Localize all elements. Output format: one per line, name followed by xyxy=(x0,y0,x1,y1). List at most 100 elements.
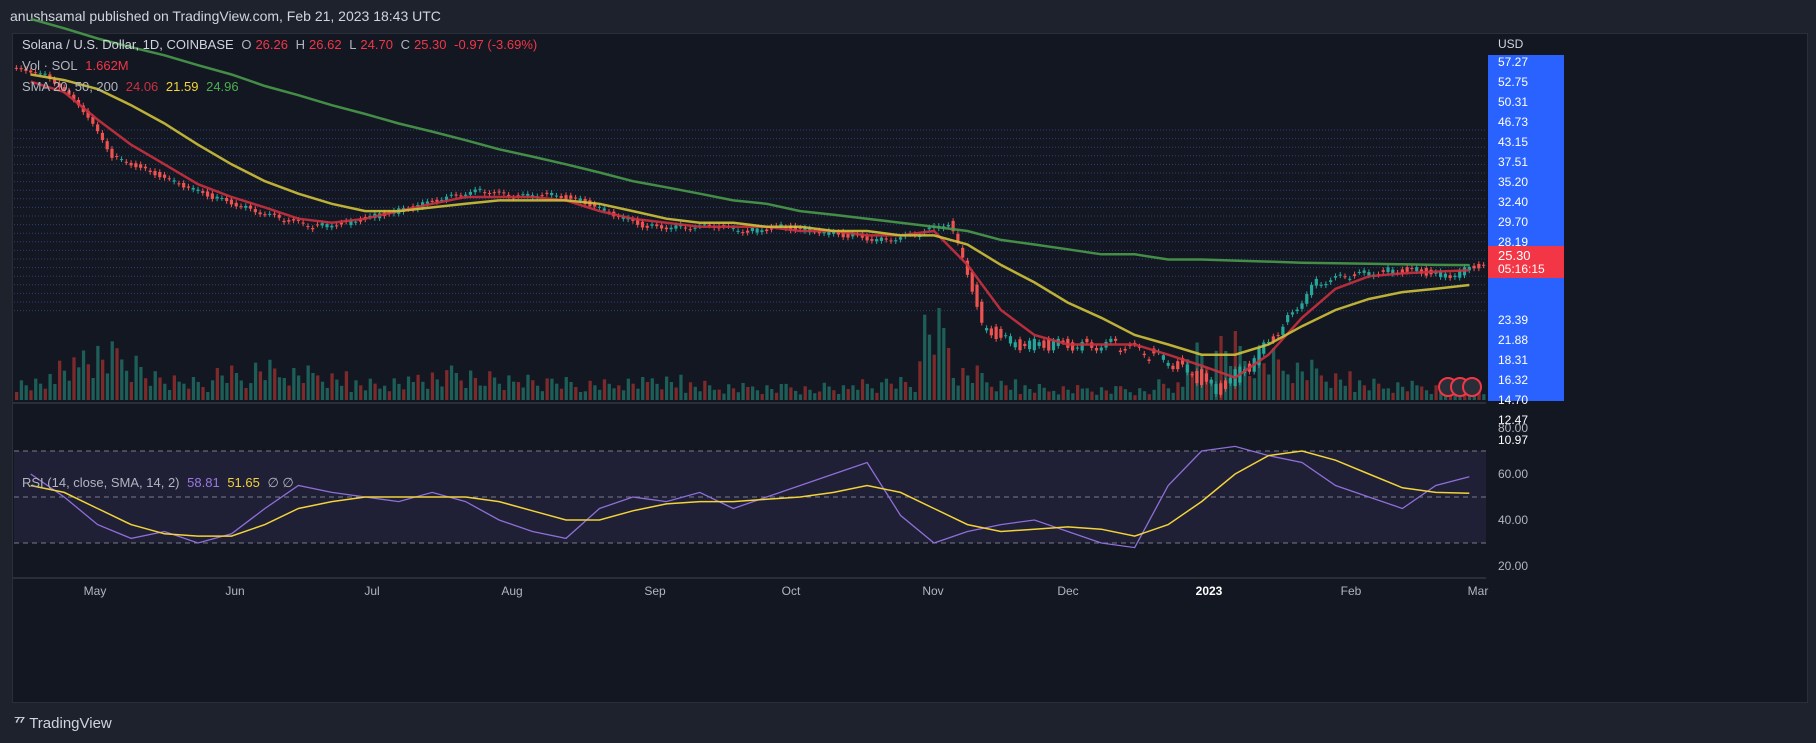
candle-body xyxy=(975,284,979,307)
candle-body xyxy=(124,161,128,163)
price-axis-currency: USD xyxy=(1498,37,1524,51)
volume-bar xyxy=(58,360,62,400)
volume-bar xyxy=(1056,394,1061,400)
candle-body xyxy=(148,170,152,172)
chart-svg[interactable]: USD 57.27 52.75 50.31 46.73 43.15 37.51 35.20 32… xyxy=(0,0,1816,743)
volume-bar xyxy=(880,382,884,400)
candle-body xyxy=(1362,270,1366,273)
candle-body xyxy=(1123,348,1127,351)
volume-bar xyxy=(612,388,616,400)
candle-body xyxy=(43,73,47,75)
candle-body xyxy=(1042,340,1046,348)
volume-bar xyxy=(712,389,717,400)
volume-bar xyxy=(1482,394,1486,400)
candle-body xyxy=(248,205,253,209)
candle-body xyxy=(1309,284,1314,296)
volume-label[interactable]: Vol · SOL xyxy=(22,58,78,73)
candle-body xyxy=(1037,342,1041,346)
volume-bar xyxy=(540,391,544,400)
volume-bar xyxy=(899,377,903,400)
candle-body xyxy=(464,194,468,196)
candle-body xyxy=(1114,338,1118,341)
candle-body xyxy=(225,198,229,202)
price-axis-tick: 10.97 xyxy=(1498,433,1528,447)
candle-body xyxy=(884,238,888,240)
volume-bar xyxy=(1420,386,1424,400)
candle-body xyxy=(683,227,688,229)
volume-bar xyxy=(1171,392,1175,400)
candle-body xyxy=(301,222,305,224)
rsi-extra: ∅ ∅ xyxy=(267,475,294,490)
candle-body xyxy=(736,230,740,232)
time-axis-label: Oct xyxy=(782,584,801,598)
candle-body xyxy=(253,208,257,213)
volume-bar xyxy=(1295,362,1300,400)
price-axis-tick: 37.51 xyxy=(1498,155,1528,169)
candle-body xyxy=(750,227,754,232)
sma200-value: 24.96 xyxy=(206,79,239,94)
volume-bar xyxy=(330,373,334,400)
candle-body xyxy=(291,219,296,221)
volume-bar xyxy=(1080,388,1085,400)
volume-bar xyxy=(851,385,855,400)
open-label: O xyxy=(241,37,252,52)
current-price-label: 25.30 xyxy=(1498,248,1531,263)
volume-bar xyxy=(449,365,454,400)
volume-bar xyxy=(349,392,353,400)
volume-bar xyxy=(731,388,736,400)
candle-body xyxy=(201,191,205,193)
volume-bar xyxy=(67,380,71,400)
volume-bar xyxy=(478,385,482,400)
footer-brand[interactable]: ⁷⁷ TradingView xyxy=(14,714,112,732)
volume-bar xyxy=(172,375,176,400)
candle-body xyxy=(1329,280,1333,283)
candle-body xyxy=(1477,263,1481,269)
volume-bar xyxy=(497,383,501,400)
volume-bar xyxy=(574,387,578,400)
volume-bar xyxy=(1400,386,1405,400)
volume-bar xyxy=(488,371,492,400)
rsi-axis-tick: 80.00 xyxy=(1498,421,1528,435)
volume-bar xyxy=(320,381,325,400)
volume-bar xyxy=(1310,359,1314,400)
volume-bar xyxy=(617,385,621,400)
volume-value: 1.662M xyxy=(85,58,129,73)
volume-bar xyxy=(77,367,81,400)
rsi-label[interactable]: RSI (14, close, SMA, 14, 2) xyxy=(22,475,180,490)
volume-bar xyxy=(268,359,272,400)
candle-body xyxy=(1195,371,1199,384)
sma20-value: 24.06 xyxy=(125,79,159,94)
volume-bar xyxy=(856,389,860,400)
candle-body xyxy=(1147,359,1151,361)
volume-bar xyxy=(803,386,807,400)
volume-bar xyxy=(908,387,912,400)
candle-body xyxy=(760,230,764,233)
volume-bar xyxy=(1109,393,1113,400)
volume-bar xyxy=(1271,348,1276,400)
volume-bar xyxy=(860,379,865,400)
volume-bar xyxy=(1075,385,1080,400)
candle-body xyxy=(330,225,334,228)
volume-bar xyxy=(359,385,363,400)
candle-body xyxy=(478,188,482,190)
volume-bar xyxy=(932,354,936,400)
candle-body xyxy=(540,195,544,197)
volume-bar xyxy=(249,383,253,400)
candle-body xyxy=(889,240,893,242)
volume-bar xyxy=(1334,373,1338,400)
volume-bar xyxy=(101,359,105,400)
candle-body xyxy=(545,192,549,194)
volume-bar xyxy=(421,381,425,400)
sma-legend: SMA 20, 50, 200 24.06 21.59 24.96 xyxy=(22,79,243,94)
candle-body xyxy=(325,223,329,228)
volume-bar xyxy=(660,389,664,400)
volume-bar xyxy=(1181,386,1185,400)
symbol-name[interactable]: Solana / U.S. Dollar, 1D, COINBASE xyxy=(22,37,234,52)
sma-label[interactable]: SMA 20, 50, 200 xyxy=(22,79,118,94)
candle-body xyxy=(1367,272,1371,276)
volume-bar xyxy=(593,385,597,400)
volume-bar xyxy=(789,387,793,400)
candle-body xyxy=(664,227,668,230)
volume-bar xyxy=(808,389,812,400)
candle-body xyxy=(502,192,506,194)
